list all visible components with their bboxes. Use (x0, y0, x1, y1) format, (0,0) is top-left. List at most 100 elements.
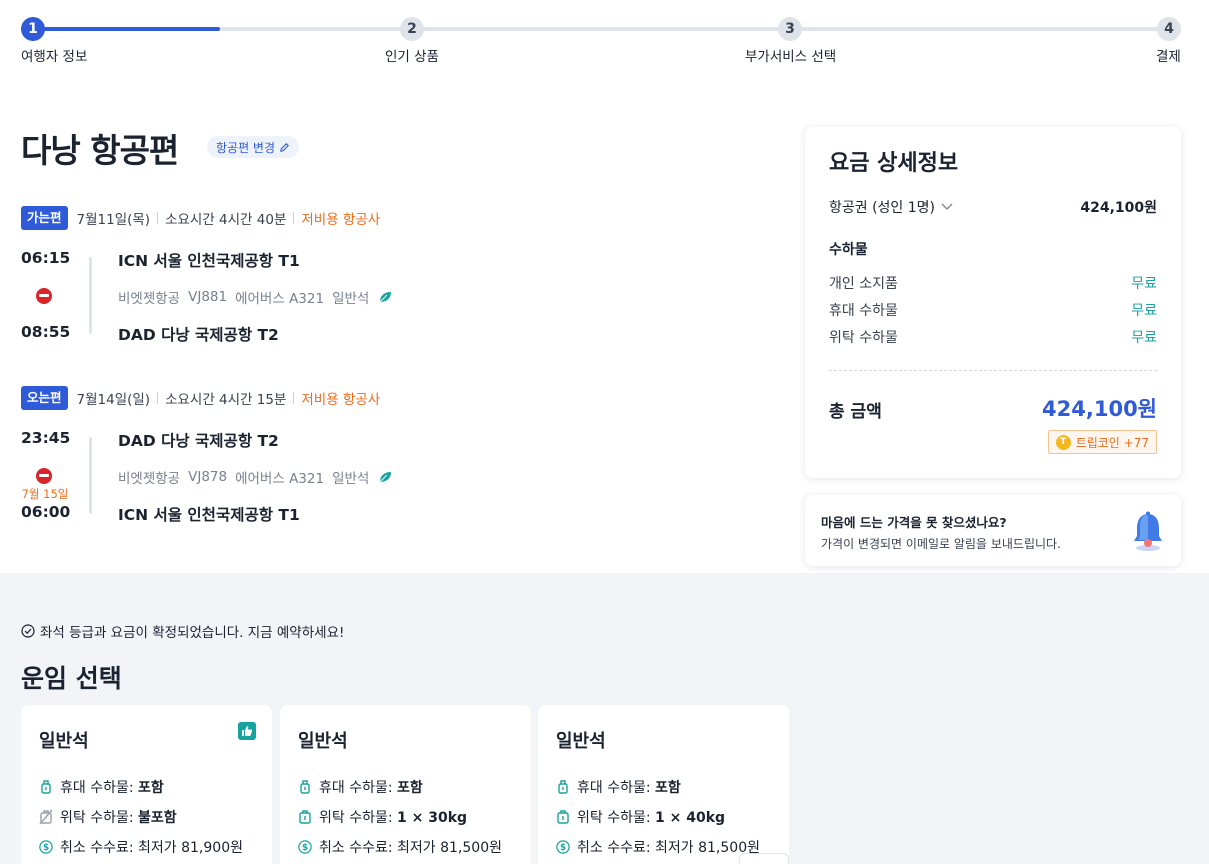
checked-bag-feature: 위탁 수하물: 불포함 (39, 807, 177, 827)
vietjet-logo-icon (36, 468, 52, 484)
page-title: 다낭 항공편 (21, 131, 179, 170)
step-number: 4 (1157, 17, 1181, 41)
divider (829, 370, 1157, 371)
airline-name: 비엣젯항공 (118, 471, 181, 487)
pencil-icon (280, 142, 289, 152)
no-checked-bag-icon (39, 809, 53, 825)
svg-text:$: $ (560, 843, 566, 853)
departure-airport: ICN 서울 인천국제공항 T1 (118, 252, 300, 270)
thumbs-up-icon (238, 722, 256, 740)
arrival-time: 08:55 (21, 323, 71, 341)
cabin-class: 일반석 (332, 471, 370, 487)
fare-card[interactable]: 일반석 휴대 수하물: 포함 위탁 수하물: 1 × 40kg $ 취소 수수료… (538, 705, 789, 864)
leaf-icon (379, 472, 392, 483)
dollar-icon: $ (39, 840, 53, 854)
baggage-title: 수하물 (829, 242, 868, 258)
bell-icon (1134, 511, 1162, 551)
baggage-row-personal: 개인 소지품 무료 (829, 273, 1157, 293)
return-date: 7월14일(일) (76, 392, 151, 408)
step-label: 결제 (1156, 49, 1181, 65)
divider (157, 212, 159, 224)
fare-selection-section: 좌석 등급과 요금이 확정되었습니다. 지금 예약하세요! 운임 선택 일반석 … (0, 573, 1209, 864)
fare-card-title: 일반석 (556, 731, 606, 752)
price-detail-title: 요금 상세정보 (829, 151, 959, 176)
departure-time: 23:45 (21, 429, 71, 447)
baggage-label: 휴대 수하물 (829, 303, 898, 319)
step-number: 1 (21, 17, 45, 41)
baggage-value: 무료 (1131, 303, 1157, 319)
price-alert-title: 마음에 드는 가격을 못 찾으셨나요? (821, 515, 1007, 530)
vietjet-logo-icon (36, 288, 52, 304)
cancel-fee-feature: $ 취소 수수료: 최저가 81,500원 (298, 837, 502, 857)
cancel-fee-feature: $ 취소 수수료: 최저가 81,900원 (39, 837, 243, 857)
feature-label: 취소 수수료: 최저가 81,900원 (60, 840, 243, 856)
feature-label: 위탁 수하물: 불포함 (60, 810, 177, 826)
return-duration: 소요시간 4시간 15분 (165, 392, 287, 408)
airline-name: 비엣젯항공 (118, 291, 181, 307)
divider (293, 212, 295, 224)
cabin-class: 일반석 (332, 291, 370, 307)
feature-label: 휴대 수하물: 포함 (577, 780, 681, 796)
checked-bag-icon (299, 810, 311, 824)
return-badge: 오는편 (21, 386, 68, 410)
arrival-airport: ICN 서울 인천국제공항 T1 (118, 506, 300, 524)
carry-on-feature: 휴대 수하물: 포함 (556, 777, 681, 797)
checked-bag-feature: 위탁 수하물: 1 × 40kg (556, 807, 725, 827)
step-label: 부가서비스 선택 (745, 49, 837, 65)
check-circle-icon (21, 624, 35, 638)
feature-label: 취소 수수료: 최저가 81,500원 (577, 840, 760, 856)
change-flight-label: 항공편 변경 (216, 140, 276, 155)
arrival-time: 06:00 (21, 503, 71, 521)
fare-card[interactable]: 일반석 휴대 수하물: 포함 위탁 수하물: 1 × 30kg $ 취소 수수료… (280, 705, 531, 864)
price-alert-subtitle: 가격이 변경되면 이메일로 알림을 보내드립니다. (821, 537, 1061, 551)
fare-row[interactable]: 항공권 (성인 1명) 424,100원 (829, 197, 1157, 217)
price-detail-card: 요금 상세정보 항공권 (성인 1명) 424,100원 수하물 개인 소지품 … (805, 127, 1181, 478)
baggage-label: 개인 소지품 (829, 276, 898, 292)
baggage-label: 위탁 수하물 (829, 330, 898, 346)
feature-label: 휴대 수하물: 포함 (319, 780, 423, 796)
dollar-icon: $ (298, 840, 312, 854)
step-number: 3 (778, 17, 802, 41)
leaf-icon (379, 292, 392, 303)
feature-label: 휴대 수하물: 포함 (60, 780, 164, 796)
fare-card[interactable]: 일반석 휴대 수하물: 포함 위탁 수하물: 불포함 $ 취소 수수료: 최저가… (21, 705, 272, 864)
arrival-airport: DAD 다낭 국제공항 T2 (118, 326, 279, 344)
coin-icon: T (1055, 434, 1071, 450)
carry-on-bag-icon (300, 780, 310, 794)
aircraft-type: 에어버스 A321 (235, 471, 325, 487)
fare-card-title: 일반석 (39, 731, 89, 752)
baggage-row-carry-on: 휴대 수하물 무료 (829, 300, 1157, 320)
departure-airport: DAD 다낭 국제공항 T2 (118, 432, 279, 450)
total-value: 424,100원 (1042, 397, 1157, 421)
baggage-row-checked: 위탁 수하물 무료 (829, 327, 1157, 347)
return-leg: 오는편 7월14일(일) 소요시간 4시간 15분 저비용 항공사 23:45 … (21, 386, 781, 536)
next-day-label: 7월 15일 (21, 487, 69, 501)
step-label: 여행자 정보 (21, 49, 88, 65)
dollar-icon: $ (556, 840, 570, 854)
budget-airline-label: 저비용 항공사 (301, 392, 381, 408)
timeline-line (89, 257, 92, 334)
outbound-date: 7월11일(목) (76, 212, 151, 228)
outbound-leg: 가는편 7월11일(목) 소요시간 4시간 40분 저비용 항공사 06:15 … (21, 206, 781, 356)
trip-coin-label: 트립코인 +77 (1075, 435, 1149, 450)
carry-on-bag-icon (558, 780, 568, 794)
flight-info: 비엣젯항공 VJ881 에어버스 A321 일반석 (118, 287, 393, 307)
confirm-note-text: 좌석 등급과 요금이 확정되었습니다. 지금 예약하세요! (40, 625, 345, 641)
change-flight-button[interactable]: 항공편 변경 (207, 136, 300, 158)
flight-info: 비엣젯항공 VJ878 에어버스 A321 일반석 (118, 467, 393, 487)
checked-bag-feature: 위탁 수하물: 1 × 30kg (298, 807, 467, 827)
confirm-note: 좌석 등급과 요금이 확정되었습니다. 지금 예약하세요! (21, 621, 344, 641)
carry-on-feature: 휴대 수하물: 포함 (39, 777, 164, 797)
fare-label-text: 항공권 (성인 1명) (829, 200, 936, 216)
fare-selection-title: 운임 선택 (21, 664, 122, 693)
carousel-next-button[interactable] (739, 853, 789, 864)
divider (293, 392, 295, 404)
carry-on-bag-icon (41, 780, 51, 794)
price-alert-card[interactable]: 마음에 드는 가격을 못 찾으셨나요? 가격이 변경되면 이메일로 알림을 보내… (805, 495, 1181, 566)
feature-label: 취소 수수료: 최저가 81,500원 (319, 840, 502, 856)
cancel-fee-feature: $ 취소 수수료: 최저가 81,500원 (556, 837, 760, 857)
baggage-value: 무료 (1131, 276, 1157, 292)
flight-number: VJ881 (188, 289, 228, 305)
departure-time: 06:15 (21, 249, 71, 267)
aircraft-type: 에어버스 A321 (235, 291, 325, 307)
